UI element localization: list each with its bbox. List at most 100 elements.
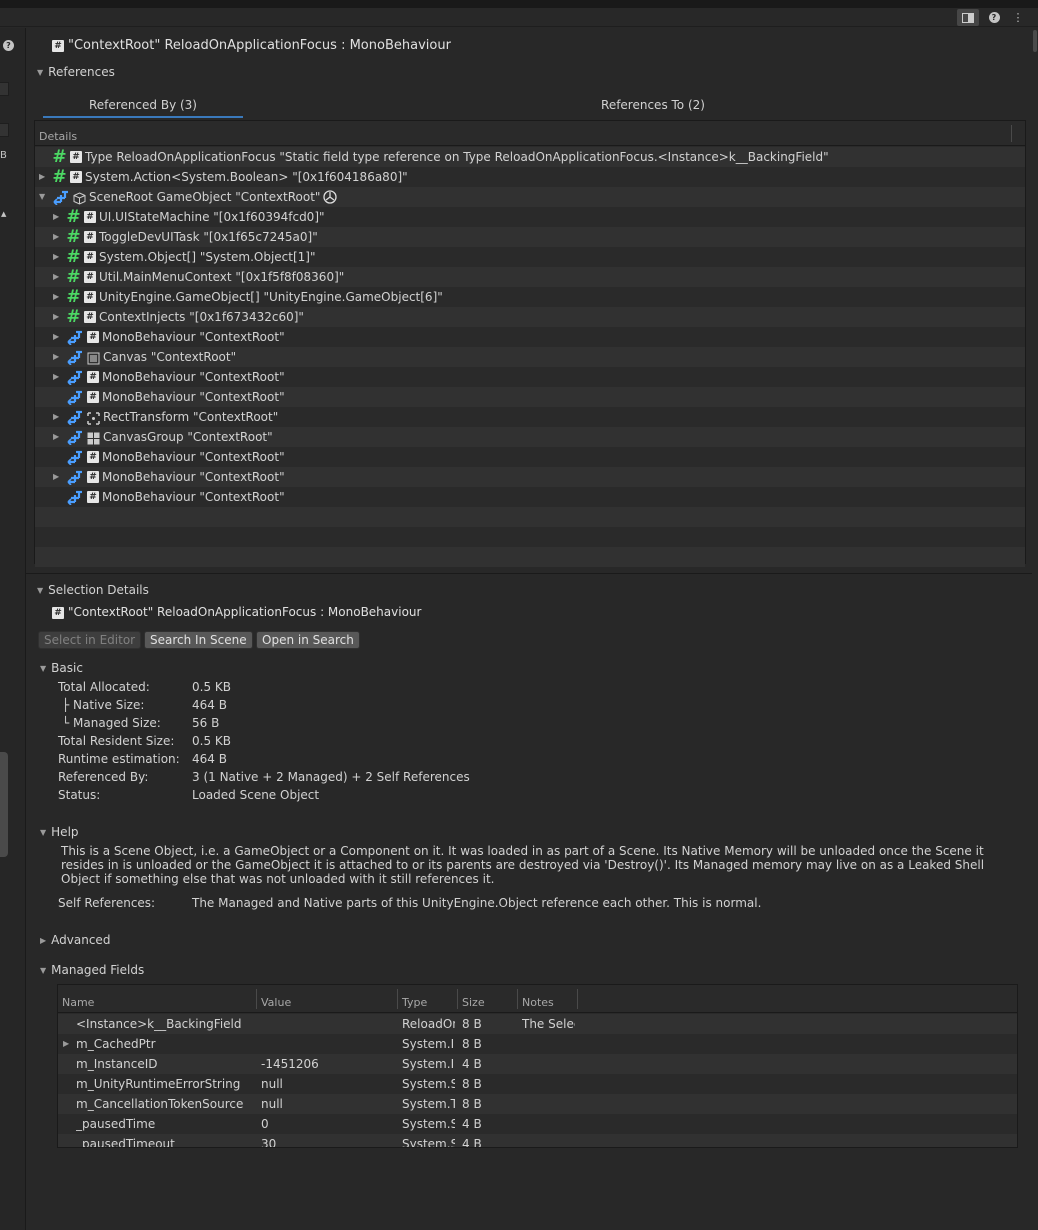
managed-field-row[interactable]: <Instance>k__BackingField ReloadOnApplica… [58, 1014, 1017, 1034]
advanced-foldout[interactable]: ▶ Advanced [40, 933, 110, 947]
references-tree[interactable]: Details # # Type ReloadOnApplicationFocus … [34, 120, 1026, 567]
managed-field-type: System.Int32 [402, 1057, 455, 1071]
page-title: # "ContextRoot" ReloadOnApplicationFocus … [52, 38, 451, 53]
expand-arrow-icon[interactable]: ▶ [53, 407, 63, 427]
expand-arrow-icon[interactable]: ▶ [63, 1034, 69, 1054]
basic-property-key: Status: [58, 788, 101, 802]
column-separator[interactable] [397, 989, 398, 1009]
native-link-icon [66, 470, 84, 486]
tree-row[interactable]: ▶ # MonoBehaviour "ContextRoot" [35, 367, 1025, 387]
column-header-size[interactable]: Size [462, 996, 485, 1009]
expand-arrow-icon[interactable]: ▶ [53, 287, 63, 307]
details-column-header[interactable]: Details [39, 130, 77, 143]
expand-arrow-icon[interactable]: ▶ [53, 327, 63, 347]
selection-details-foldout[interactable]: ▼ Selection Details [37, 583, 149, 597]
basic-foldout[interactable]: ▼ Basic [40, 661, 83, 675]
tab-referenced-by[interactable]: Referenced By (3) [43, 96, 243, 118]
left-panel-scrollbar[interactable] [0, 752, 8, 857]
scroll-up-arrow-icon[interactable]: ▲ [1, 210, 6, 218]
managed-field-row[interactable]: _pausedTime 0 System.Single 4 B [58, 1114, 1017, 1134]
tree-row[interactable]: ▶ Canvas "ContextRoot" [35, 347, 1025, 367]
select-in-editor-button[interactable]: Select in Editor [38, 631, 142, 649]
tree-row[interactable]: ▼ SceneRoot GameObject "ContextRoot" [35, 187, 1025, 207]
basic-property-row: ├ Native Size: 464 B [58, 698, 227, 712]
managed-field-row[interactable]: m_CancellationTokenSource null System.Thre… [58, 1094, 1017, 1114]
managed-field-name: m_UnityRuntimeErrorString [76, 1077, 241, 1091]
tree-row[interactable]: # MonoBehaviour "ContextRoot" [35, 487, 1025, 507]
column-separator[interactable] [1011, 125, 1012, 142]
section-divider[interactable] [26, 573, 1032, 574]
column-separator[interactable] [457, 989, 458, 1009]
script-icon: # [87, 371, 99, 383]
foldout-arrow-icon: ▶ [40, 936, 47, 945]
script-icon: # [84, 271, 96, 283]
expand-arrow-icon[interactable]: ▶ [53, 467, 63, 487]
tab-references-to[interactable]: References To (2) [553, 96, 753, 118]
references-tabs: Referenced By (3) References To (2) [43, 96, 1025, 118]
search-in-scene-button[interactable]: Search In Scene [144, 631, 253, 649]
managed-object-icon: # [52, 146, 67, 167]
tree-row[interactable]: ▶ RectTransform "ContextRoot" [35, 407, 1025, 427]
expand-arrow-icon[interactable]: ▶ [53, 427, 63, 447]
tree-row[interactable]: ▶ # # ToggleDevUITask "[0x1f65c7245a0]" [35, 227, 1025, 247]
tree-row[interactable]: ▶ # # System.Object[] "System.Object[1]" [35, 247, 1025, 267]
tree-row-label: MonoBehaviour "ContextRoot" [102, 490, 285, 504]
references-foldout[interactable]: ▼ References [37, 65, 115, 79]
managed-field-row[interactable]: m_InstanceID -1451206 System.Int32 4 B [58, 1054, 1017, 1074]
tree-row[interactable]: ▶ # # Util.MainMenuContext "[0x1f5f8f08360]… [35, 267, 1025, 287]
tree-row[interactable]: # MonoBehaviour "ContextRoot" [35, 447, 1025, 467]
column-header-notes[interactable]: Notes [522, 996, 554, 1009]
expand-arrow-icon[interactable]: ▶ [53, 367, 63, 387]
managed-field-row[interactable]: m_UnityRuntimeErrorString null System.Stri… [58, 1074, 1017, 1094]
expand-arrow-icon[interactable]: ▼ [39, 187, 49, 207]
column-header-value[interactable]: Value [261, 996, 291, 1009]
basic-property-value: 464 B [192, 698, 227, 712]
column-separator[interactable] [256, 989, 257, 1009]
tree-row[interactable]: ▶ # # ContextInjects "[0x1f673432c60]" [35, 307, 1025, 327]
managed-field-row[interactable]: ▶ m_CachedPtr System.IntPtr 8 B [58, 1034, 1017, 1054]
basic-property-key: Total Resident Size: [58, 734, 175, 748]
expand-arrow-icon[interactable]: ▶ [53, 227, 63, 247]
tree-row[interactable]: ▶ # MonoBehaviour "ContextRoot" [35, 467, 1025, 487]
help-foldout[interactable]: ▼ Help [40, 825, 79, 839]
left-panel-field[interactable] [0, 82, 9, 96]
managed-field-name: m_CachedPtr [76, 1037, 156, 1051]
tree-row[interactable]: ▶ # # UI.UIStateMachine "[0x1f60394fcd0]" [35, 207, 1025, 227]
native-link-icon [66, 450, 84, 466]
tree-row[interactable]: # MonoBehaviour "ContextRoot" [35, 387, 1025, 407]
tree-row[interactable]: ▶ # MonoBehaviour "ContextRoot" [35, 327, 1025, 347]
right-scrollbar[interactable] [1032, 28, 1038, 1230]
script-icon: # [84, 291, 96, 303]
managed-field-size: 4 B [462, 1137, 482, 1148]
expand-arrow-icon[interactable]: ▶ [39, 167, 49, 187]
tree-row[interactable]: ▶ # # System.Action<System.Boolean> "[0x1f6… [35, 167, 1025, 187]
scrollbar-thumb[interactable] [1033, 30, 1037, 52]
column-header-name[interactable]: Name [62, 996, 94, 1009]
column-header-type[interactable]: Type [402, 996, 427, 1009]
kebab-menu-icon[interactable]: ⋮ [1007, 9, 1029, 26]
expand-arrow-icon[interactable]: ▶ [53, 267, 63, 287]
tree-row[interactable]: ▶ CanvasGroup "ContextRoot" [35, 427, 1025, 447]
help-icon[interactable]: ? [3, 40, 14, 51]
column-separator[interactable] [517, 989, 518, 1009]
expand-arrow-icon[interactable]: ▶ [53, 307, 63, 327]
managed-fields-foldout[interactable]: ▼ Managed Fields [40, 963, 144, 977]
help-icon[interactable]: ? [983, 9, 1005, 26]
open-in-search-button[interactable]: Open in Search [256, 631, 360, 649]
panel-layout-icon[interactable] [957, 9, 979, 26]
managed-field-row[interactable]: _pausedTimeout 30 System.Single 4 B [58, 1134, 1017, 1148]
managed-fields-table[interactable]: Name Value Type Size Notes <Instance>k__… [57, 984, 1018, 1148]
managed-field-name: m_InstanceID [76, 1057, 158, 1071]
tree-row-empty [35, 507, 1025, 527]
tree-row[interactable]: # # Type ReloadOnApplicationFocus "Static … [35, 147, 1025, 167]
expand-arrow-icon[interactable]: ▶ [53, 207, 63, 227]
script-icon: # [70, 151, 82, 163]
tree-row[interactable]: ▶ # # UnityEngine.GameObject[] "UnityEngine… [35, 287, 1025, 307]
managed-field-value: null [261, 1077, 283, 1091]
column-separator[interactable] [577, 989, 578, 1009]
foldout-arrow-icon: ▼ [37, 586, 44, 595]
expand-arrow-icon[interactable]: ▶ [53, 247, 63, 267]
tree-row-empty [35, 527, 1025, 547]
expand-arrow-icon[interactable]: ▶ [53, 347, 63, 367]
left-panel-field[interactable] [0, 123, 9, 137]
